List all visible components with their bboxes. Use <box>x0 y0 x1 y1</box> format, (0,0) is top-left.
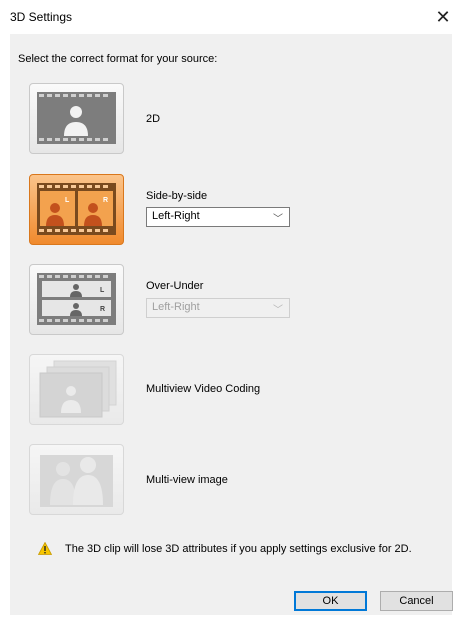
single-person-film-icon <box>29 83 124 154</box>
option-label-over-under: Over-Under <box>146 280 204 292</box>
chevron-down-icon: ﹀ <box>273 214 283 225</box>
over-under-film-icon: L R <box>29 264 124 335</box>
side-by-side-film-icon: L R <box>29 174 124 245</box>
side-by-side-order-value: Left-Right <box>152 210 200 222</box>
option-side-by-side[interactable]: L R <box>29 174 124 245</box>
over-under-order-select[interactable]: Left-Right ﹀ <box>146 298 290 318</box>
option-multiview-video-coding[interactable] <box>29 354 124 425</box>
warning-text: The 3D clip will lose 3D attributes if y… <box>65 542 412 555</box>
thumb-letter-r: R <box>100 306 105 313</box>
window-title: 3D Settings <box>10 10 73 24</box>
cancel-button[interactable]: Cancel <box>380 591 453 611</box>
option-label-2d: 2D <box>146 113 161 125</box>
warning-icon <box>38 542 52 555</box>
option-multi-view-image[interactable] <box>29 444 124 515</box>
title-bar: 3D Settings ✕ <box>0 0 462 34</box>
multiview-image-icon <box>29 444 124 515</box>
thumb-letter-l: L <box>65 197 70 204</box>
multiview-video-icon <box>29 354 124 425</box>
format-prompt: Select the correct format for your sourc… <box>18 53 218 65</box>
ok-button[interactable]: OK <box>294 591 367 611</box>
thumb-letter-r: R <box>103 197 108 204</box>
option-over-under[interactable]: L R <box>29 264 124 335</box>
thumb-letter-l: L <box>100 287 105 294</box>
option-label-side-by-side: Side-by-side <box>146 190 208 202</box>
side-by-side-order-select[interactable]: Left-Right ﹀ <box>146 207 290 227</box>
close-icon[interactable]: ✕ <box>430 4 456 30</box>
option-2d[interactable] <box>29 83 124 154</box>
option-label-multiview-video-coding: Multiview Video Coding <box>146 383 261 395</box>
warning-message: The 3D clip will lose 3D attributes if y… <box>38 542 412 555</box>
over-under-order-value: Left-Right <box>152 301 200 313</box>
chevron-down-icon: ﹀ <box>273 305 283 316</box>
option-label-multi-view-image: Multi-view image <box>146 474 228 486</box>
